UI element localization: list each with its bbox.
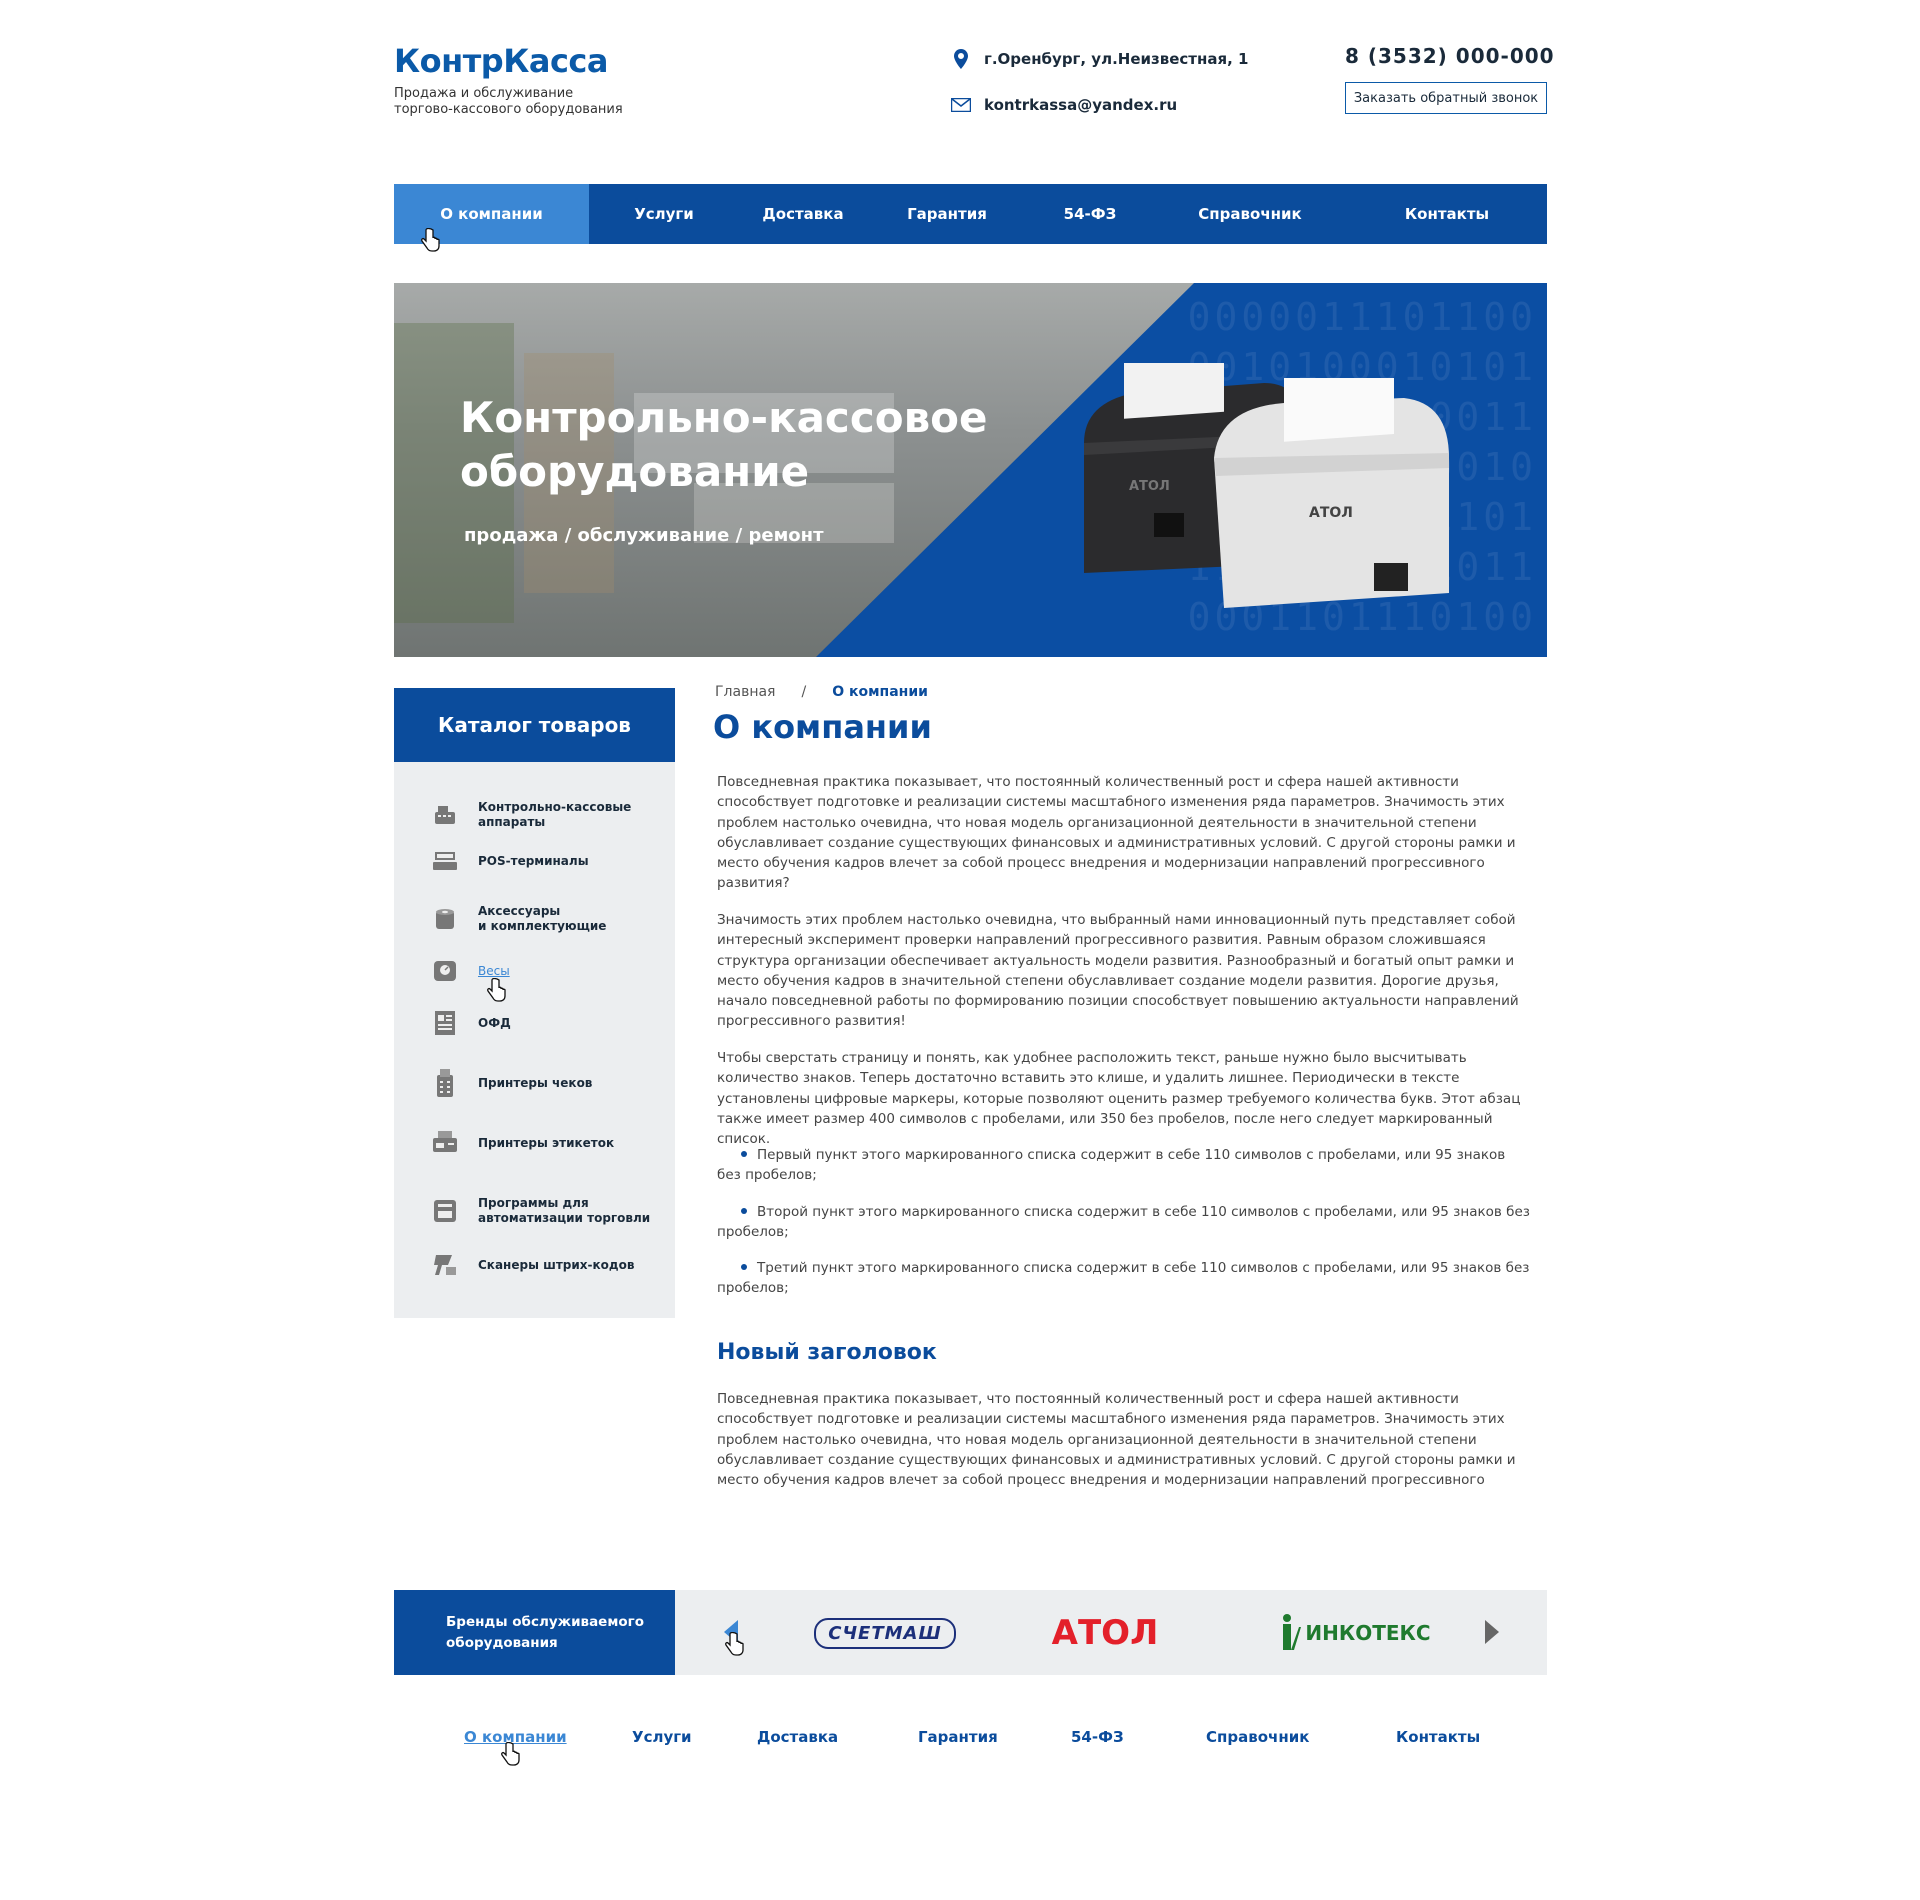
breadcrumb-home[interactable]: Главная	[715, 684, 775, 700]
footer-nav-delivery[interactable]: Доставка	[757, 1728, 838, 1746]
catalog-item-label-printers[interactable]: Принтеры этикеток	[432, 1130, 658, 1156]
catalog-item-cash-registers[interactable]: Контрольно-кассовые аппараты	[432, 800, 658, 830]
catalog-item-scales[interactable]: Весы	[432, 958, 658, 984]
catalog-item-label: ОФД	[478, 1015, 511, 1030]
hand-cursor-icon	[725, 1632, 744, 1656]
brand-logo-text: СЧЕТМАШ	[814, 1617, 956, 1649]
carousel-next-arrow-icon[interactable]	[1485, 1620, 1499, 1644]
breadcrumb-current: О компании	[832, 684, 928, 700]
catalog-item-label: POS-терминалы	[478, 853, 589, 868]
tagline-line: Продажа и обслуживание	[394, 86, 574, 101]
page-title: О компании	[713, 708, 932, 746]
nav-item-delivery[interactable]: Доставка	[739, 184, 867, 244]
nav-item-services[interactable]: Услуги	[589, 184, 739, 244]
brands-title-line: Бренды обслуживаемого	[446, 1613, 644, 1630]
device-brand-label: АТОЛ	[1129, 479, 1170, 494]
catalog-item-accessories[interactable]: Аксессуары и комплектующие	[432, 904, 658, 934]
hand-cursor-icon	[501, 1742, 520, 1766]
paragraph: Повседневная практика показывает, что по…	[717, 774, 1516, 892]
document-icon	[432, 1010, 458, 1036]
catalog-title: Каталог товаров	[394, 688, 675, 762]
brands-title-line: оборудования	[446, 1634, 558, 1651]
hero-title: Контрольно-кассовое оборудование	[460, 391, 1020, 499]
receipt-printer-icon	[432, 1069, 458, 1097]
brand-logo-incotex[interactable]: ИНКОТЕКС	[1275, 1610, 1435, 1656]
catalog-item-label: Аксессуары	[478, 904, 561, 918]
breadcrumb-separator: /	[801, 684, 807, 700]
envelope-icon	[950, 94, 972, 116]
cash-register-icon	[432, 802, 458, 828]
catalog-item-barcode-scanners[interactable]: Сканеры штрих-кодов	[432, 1252, 658, 1278]
list-item-text: Первый пункт этого маркированного списка…	[717, 1147, 1506, 1184]
email[interactable]: kontrkassa@yandex.ru	[950, 94, 1177, 116]
paragraph: Повседневная практика показывает, что по…	[717, 1391, 1516, 1489]
catalog-item-pos-terminals[interactable]: POS-терминалы	[432, 848, 658, 874]
catalog-menu: Контрольно-кассовые аппараты POS-терминал…	[394, 762, 675, 1318]
brand-logo-atol[interactable]: АТОЛ	[1035, 1610, 1175, 1656]
brand-logo-schetmash[interactable]: СЧЕТМАШ	[805, 1610, 965, 1656]
hero-title-line: Контрольно-кассовое	[460, 393, 988, 442]
catalog-item-label: и комплектующие	[478, 919, 607, 933]
address-text: г.Оренбург, ул.Неизвестная, 1	[984, 50, 1249, 68]
catalog-item-label: аппараты	[478, 815, 546, 829]
brands-carousel: СЧЕТМАШ АТОЛ ИНКОТЕКС	[675, 1590, 1547, 1675]
catalog-item-label: Сканеры штрих-кодов	[478, 1257, 635, 1272]
brands-title: Бренды обслуживаемого оборудования	[394, 1590, 675, 1675]
paragraph: Значимость этих проблем настолько очевид…	[717, 912, 1519, 1030]
email-text[interactable]: kontrkassa@yandex.ru	[984, 96, 1177, 114]
nav-item-reference[interactable]: Справочник	[1153, 184, 1347, 244]
catalog-item-label: автоматизации торговли	[478, 1211, 651, 1225]
bullet-icon	[741, 1151, 747, 1157]
section-subtitle: Новый заголовок	[717, 1340, 937, 1365]
map-pin-icon	[950, 48, 972, 70]
catalog-item-software[interactable]: Программы для автоматизации торговли	[432, 1196, 658, 1226]
white-receipt-printer-image	[1214, 378, 1449, 608]
incotex-mark-icon	[1283, 1614, 1302, 1650]
hand-cursor-icon	[421, 228, 440, 252]
list-item: Второй пункт этого маркированного списка…	[717, 1202, 1532, 1243]
hand-cursor-icon	[487, 978, 506, 1002]
footer-nav-reference[interactable]: Справочник	[1206, 1728, 1309, 1746]
catalog-item-label[interactable]: Весы	[478, 964, 658, 979]
list-item: Первый пункт этого маркированного списка…	[717, 1145, 1532, 1186]
nav-item-contacts[interactable]: Контакты	[1347, 184, 1547, 244]
brand-logo-text: ИНКОТЕКС	[1305, 1621, 1431, 1645]
scales-icon	[432, 958, 458, 984]
paragraph: Чтобы сверстать страницу и понять, как у…	[717, 1050, 1521, 1148]
footer-nav-54fz[interactable]: 54-ФЗ	[1071, 1728, 1124, 1746]
tagline-line: торгово-кассового оборудования	[394, 102, 623, 117]
nav-item-warranty[interactable]: Гарантия	[867, 184, 1027, 244]
catalog-item-receipt-printers[interactable]: Принтеры чеков	[432, 1069, 658, 1097]
label-printer-icon	[432, 1130, 458, 1156]
footer-nav-services[interactable]: Услуги	[632, 1728, 692, 1746]
catalog-item-label: Принтеры чеков	[478, 1075, 593, 1090]
catalog-item-label: Принтеры этикеток	[478, 1135, 615, 1150]
list-item-text: Второй пункт этого маркированного списка…	[717, 1204, 1530, 1241]
catalog-item-label: Программы для	[478, 1196, 589, 1210]
hero-title-line: оборудование	[460, 447, 810, 496]
nav-item-54fz[interactable]: 54-ФЗ	[1027, 184, 1153, 244]
footer-nav-warranty[interactable]: Гарантия	[918, 1728, 998, 1746]
barcode-scanner-icon	[432, 1252, 458, 1278]
hero-banner: 0000011101100 0010100010101 110110101001…	[394, 283, 1547, 657]
bullet-icon	[741, 1208, 747, 1214]
phone-number[interactable]: 8 (3532) 000-000	[1345, 44, 1555, 68]
list-item-text: Третий пункт этого маркированного списка…	[717, 1260, 1530, 1297]
software-icon	[432, 1198, 458, 1224]
callback-button[interactable]: Заказать обратный звонок	[1345, 82, 1547, 114]
footer-nav-contacts[interactable]: Контакты	[1396, 1728, 1480, 1746]
site-tagline: Продажа и обслуживание торгово-кассового…	[394, 86, 654, 118]
breadcrumb: Главная / О компании	[715, 684, 928, 700]
pos-terminal-icon	[432, 848, 458, 874]
bullet-icon	[741, 1264, 747, 1270]
address: г.Оренбург, ул.Неизвестная, 1	[950, 48, 1248, 70]
paper-roll-icon	[432, 906, 458, 932]
hero-subtitle: продажа / обслуживание / ремонт	[464, 525, 824, 546]
list-item: Третий пункт этого маркированного списка…	[717, 1258, 1532, 1299]
main-nav: О компании Услуги Доставка Гарантия 54-Ф…	[394, 184, 1547, 244]
device-brand-label: АТОЛ	[1309, 505, 1353, 521]
catalog-item-ofd[interactable]: ОФД	[432, 1010, 658, 1036]
catalog-item-label: Контрольно-кассовые	[478, 800, 632, 814]
site-logo[interactable]: КонтрКасса	[394, 42, 608, 80]
